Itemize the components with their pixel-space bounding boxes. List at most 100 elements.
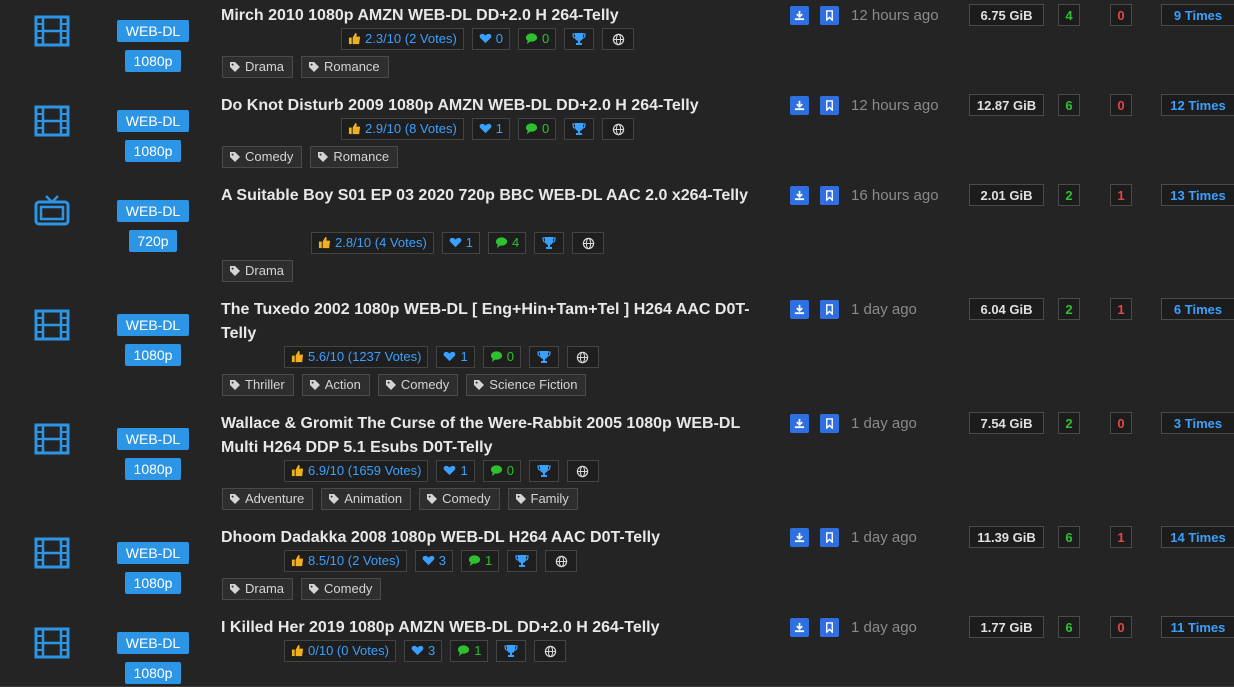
globe-icon[interactable] [602, 118, 635, 140]
film-icon[interactable] [34, 105, 70, 137]
bookmark-button[interactable] [820, 300, 839, 319]
genre-tag[interactable]: Adventure [222, 488, 314, 510]
download-button[interactable] [790, 528, 809, 547]
completed-times[interactable]: 11 Times [1161, 616, 1234, 638]
genre-tag[interactable]: Science Fiction [466, 374, 587, 396]
genre-tag[interactable]: Drama [222, 56, 294, 78]
torrent-title-link[interactable]: A Suitable Boy S01 EP 03 2020 720p BBC W… [221, 184, 781, 208]
comments-box[interactable]: 1 [450, 640, 489, 662]
completed-times[interactable]: 6 Times [1161, 298, 1234, 320]
globe-icon[interactable] [566, 346, 599, 368]
trophy-icon[interactable] [564, 28, 595, 50]
bookmark-button[interactable] [820, 186, 839, 205]
leechers-count[interactable]: 0 [1110, 616, 1132, 638]
genre-tag[interactable]: Drama [222, 578, 294, 600]
seeders-count[interactable]: 6 [1058, 94, 1080, 116]
likes-box[interactable]: 1 [436, 346, 475, 368]
comments-box[interactable]: 0 [518, 28, 557, 50]
film-icon[interactable] [34, 15, 70, 47]
likes-box[interactable]: 1 [441, 232, 481, 254]
rating-box[interactable]: 8.5/10 (2 Votes) [284, 550, 407, 572]
seeders-count[interactable]: 6 [1058, 526, 1080, 548]
genre-tag[interactable]: Thriller [222, 374, 294, 396]
genre-tag[interactable]: Comedy [377, 374, 459, 396]
film-icon[interactable] [34, 309, 70, 341]
completed-times[interactable]: 3 Times [1161, 412, 1234, 434]
comments-box[interactable]: 0 [482, 460, 521, 482]
torrent-title-link[interactable]: Dhoom Dadakka 2008 1080p WEB-DL H264 AAC… [221, 526, 781, 550]
trophy-icon[interactable] [564, 118, 595, 140]
comments-count: 0 [506, 349, 514, 364]
genre-tag[interactable]: Comedy [419, 488, 500, 510]
globe-icon[interactable] [602, 28, 635, 50]
tv-icon[interactable] [34, 194, 70, 226]
likes-box[interactable]: 0 [471, 28, 511, 50]
globe-icon[interactable] [534, 640, 567, 662]
rating-box[interactable]: 6.9/10 (1659 Votes) [284, 460, 429, 482]
likes-box[interactable]: 3 [414, 550, 454, 572]
completed-times[interactable]: 14 Times [1161, 526, 1234, 548]
genre-tag[interactable]: Family [507, 488, 578, 510]
trophy-icon[interactable] [528, 346, 559, 368]
comments-box[interactable]: 0 [518, 118, 557, 140]
download-button[interactable] [790, 186, 809, 205]
download-button[interactable] [790, 414, 809, 433]
bookmark-button[interactable] [820, 618, 839, 637]
likes-box[interactable]: 3 [403, 640, 443, 662]
likes-box[interactable]: 1 [471, 118, 511, 140]
completed-times[interactable]: 9 Times [1161, 4, 1234, 26]
globe-icon[interactable] [572, 232, 605, 254]
genre-tag[interactable]: Comedy [222, 146, 303, 168]
globe-icon[interactable] [545, 550, 578, 572]
seeders-count[interactable]: 2 [1058, 184, 1080, 206]
genre-tag[interactable]: Romance [301, 56, 389, 78]
download-button[interactable] [790, 96, 809, 115]
trophy-icon[interactable] [534, 232, 565, 254]
comments-box[interactable]: 4 [488, 232, 527, 254]
torrent-title-link[interactable]: I Killed Her 2019 1080p AMZN WEB-DL DD+2… [221, 616, 781, 640]
trophy-icon[interactable] [496, 640, 527, 662]
rating-box[interactable]: 2.8/10 (4 Votes) [311, 232, 434, 254]
download-button[interactable] [790, 618, 809, 637]
download-button[interactable] [790, 6, 809, 25]
torrent-title-link[interactable]: Mirch 2010 1080p AMZN WEB-DL DD+2.0 H 26… [221, 4, 781, 28]
genre-tag[interactable]: Romance [310, 146, 399, 168]
rating-box[interactable]: 2.3/10 (2 Votes) [341, 28, 464, 50]
genre-tag[interactable]: Drama [222, 260, 294, 282]
seeders-count[interactable]: 6 [1058, 616, 1080, 638]
globe-icon[interactable] [566, 460, 599, 482]
torrent-title-link[interactable]: The Tuxedo 2002 1080p WEB-DL [ Eng+Hin+T… [221, 298, 781, 346]
leechers-count[interactable]: 1 [1110, 184, 1132, 206]
leechers-count[interactable]: 0 [1110, 4, 1132, 26]
completed-times[interactable]: 13 Times [1161, 184, 1234, 206]
rating-box[interactable]: 0/10 (0 Votes) [284, 640, 396, 662]
likes-box[interactable]: 1 [436, 460, 475, 482]
film-icon[interactable] [34, 537, 70, 569]
seeders-count[interactable]: 4 [1058, 4, 1080, 26]
leechers-count[interactable]: 0 [1110, 412, 1132, 434]
bookmark-button[interactable] [820, 96, 839, 115]
seeders-count[interactable]: 2 [1058, 412, 1080, 434]
film-icon[interactable] [34, 627, 70, 659]
film-icon[interactable] [34, 423, 70, 455]
completed-times[interactable]: 12 Times [1161, 94, 1234, 116]
genre-tag[interactable]: Action [301, 374, 370, 396]
torrent-title-link[interactable]: Wallace & Gromit The Curse of the Were-R… [221, 412, 781, 460]
trophy-icon[interactable] [528, 460, 559, 482]
leechers-count[interactable]: 1 [1110, 298, 1132, 320]
leechers-count[interactable]: 0 [1110, 94, 1132, 116]
comments-box[interactable]: 1 [461, 550, 500, 572]
bookmark-button[interactable] [820, 6, 839, 25]
genre-tag[interactable]: Comedy [301, 578, 382, 600]
trophy-icon[interactable] [507, 550, 538, 572]
rating-box[interactable]: 5.6/10 (1237 Votes) [284, 346, 429, 368]
rating-box[interactable]: 2.9/10 (8 Votes) [341, 118, 464, 140]
bookmark-button[interactable] [820, 414, 839, 433]
download-button[interactable] [790, 300, 809, 319]
seeders-count[interactable]: 2 [1058, 298, 1080, 320]
leechers-count[interactable]: 1 [1110, 526, 1132, 548]
torrent-title-link[interactable]: Do Knot Disturb 2009 1080p AMZN WEB-DL D… [221, 94, 781, 118]
genre-tag[interactable]: Animation [321, 488, 412, 510]
bookmark-button[interactable] [820, 528, 839, 547]
comments-box[interactable]: 0 [482, 346, 521, 368]
